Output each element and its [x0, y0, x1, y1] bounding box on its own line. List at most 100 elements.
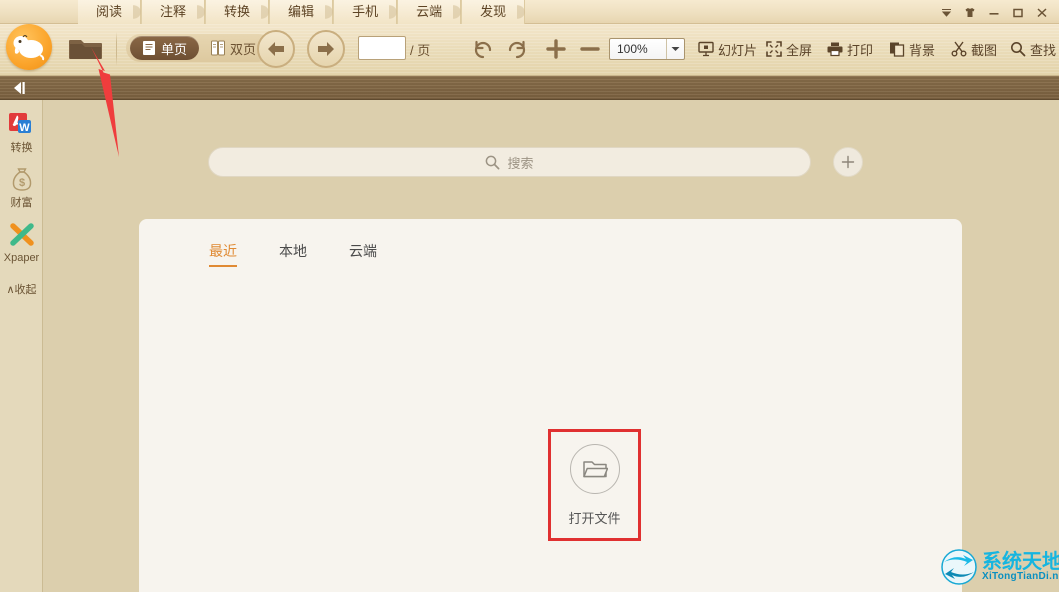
chevron-down-icon[interactable] [666, 39, 684, 59]
single-page-label: 单页 [161, 41, 188, 57]
tab-cloud-files[interactable]: 云端 [349, 241, 377, 267]
scissors-icon [951, 41, 967, 57]
app-logo[interactable] [6, 24, 52, 70]
svg-text:W: W [19, 122, 30, 134]
tab-annotate-label: 注释 [160, 4, 187, 19]
sidebar-item-xpaper[interactable]: Xpaper [0, 210, 43, 265]
prev-page-button[interactable] [257, 30, 295, 68]
search-row: 搜索 [208, 147, 863, 177]
background-label: 背景 [909, 42, 936, 58]
tab-local[interactable]: 本地 [279, 241, 307, 267]
page-number-input[interactable] [358, 36, 406, 60]
zoom-out-icon[interactable] [575, 34, 605, 64]
zoom-in-icon[interactable] [541, 34, 571, 64]
find-label: 查找 [1030, 42, 1057, 58]
single-page-icon [143, 41, 155, 55]
tab-recent[interactable]: 最近 [209, 241, 237, 267]
search-icon [486, 155, 500, 169]
sidebar-collapse-button[interactable]: ∧收起 [0, 281, 43, 297]
tab-mobile-label: 手机 [352, 4, 379, 19]
zoom-level-select[interactable]: 100% [609, 38, 685, 60]
toolbar-divider-1 [116, 32, 117, 66]
tab-recent-label: 最近 [209, 243, 237, 259]
search-icon [1011, 42, 1026, 57]
open-file-label: 打开文件 [568, 510, 621, 526]
sidebar-item-convert[interactable]: W 转换 [0, 100, 43, 155]
minimize-icon[interactable] [983, 2, 1005, 22]
arrow-left-icon [268, 42, 284, 56]
tab-discover-label: 发现 [480, 4, 507, 19]
main-tab-strip: 阅读 注释 转换 编辑 手机 云端 发现 [78, 0, 532, 24]
slideshow-icon [698, 41, 714, 57]
screenshot-label: 截图 [971, 42, 998, 58]
secondary-strip [0, 76, 1059, 100]
tab-convert-label: 转换 [224, 4, 251, 19]
file-source-tabs: 最近 本地 云端 [209, 241, 377, 267]
sidebar-item-wealth[interactable]: $ 财富 [0, 155, 43, 210]
folder-open-icon [569, 443, 620, 494]
maximize-icon[interactable] [1007, 2, 1029, 22]
search-input[interactable]: 搜索 [208, 147, 811, 177]
page-total-label: / 页 [410, 43, 431, 58]
tab-edit[interactable]: 编辑 [269, 0, 340, 24]
double-page-label: 双页 [230, 41, 257, 57]
page-mode-toggle: 单页 双页 [126, 34, 273, 62]
content-area: 搜索 最近 本地 云端 打开文件 [43, 100, 1059, 592]
single-page-button[interactable]: 单页 [130, 36, 200, 60]
sidebar-item-convert-label: 转换 [10, 142, 33, 154]
tab-edit-label: 编辑 [288, 4, 315, 19]
title-bar: 阅读 注释 转换 编辑 手机 云端 发现 [0, 0, 1059, 24]
open-file-button[interactable]: 打开文件 [548, 429, 641, 541]
screenshot-button[interactable]: 截图 [951, 38, 997, 60]
tab-annotate[interactable]: 注释 [141, 0, 212, 24]
sidebar-item-xpaper-label: Xpaper [3, 252, 40, 264]
find-button[interactable]: 查找 [1010, 38, 1056, 60]
watermark-globe-icon [941, 549, 977, 585]
pdf-to-word-icon: W [0, 110, 43, 140]
tab-discover[interactable]: 发现 [461, 0, 532, 24]
tab-read[interactable]: 阅读 [78, 0, 148, 24]
tab-cloud-files-label: 云端 [349, 243, 377, 259]
background-icon [890, 42, 905, 57]
zoom-level-value: 100% [617, 42, 648, 56]
background-button[interactable]: 背景 [889, 38, 935, 60]
arrow-right-icon [318, 42, 334, 56]
dropdown-menu-icon[interactable] [935, 2, 957, 22]
tab-convert[interactable]: 转换 [205, 0, 276, 24]
money-bag-icon: $ [0, 165, 43, 195]
slideshow-button[interactable]: 幻灯片 [698, 38, 757, 60]
watermark-cn: 系统天地 [982, 551, 1059, 573]
file-list-panel: 最近 本地 云端 打开文件 [139, 219, 962, 592]
skin-icon[interactable] [959, 2, 981, 22]
watermark-text: 系统天地 XiTongTianDi.net [982, 552, 1059, 582]
print-label: 打印 [847, 42, 874, 58]
tab-local-label: 本地 [279, 243, 307, 259]
slideshow-label: 幻灯片 [718, 42, 758, 58]
fullscreen-label: 全屏 [786, 42, 813, 58]
add-file-button[interactable] [833, 147, 863, 177]
window-controls [935, 0, 1053, 24]
svg-text:$: $ [18, 177, 24, 189]
tab-read-label: 阅读 [96, 4, 123, 19]
next-page-button[interactable] [307, 30, 345, 68]
print-button[interactable]: 打印 [827, 38, 873, 60]
fullscreen-icon [766, 41, 782, 57]
watermark: 系统天地 XiTongTianDi.net [940, 548, 1059, 586]
plus-icon [841, 155, 855, 169]
collapse-panel-icon[interactable] [12, 81, 30, 95]
tab-mobile[interactable]: 手机 [333, 0, 404, 24]
fullscreen-button[interactable]: 全屏 [766, 38, 812, 60]
watermark-en: XiTongTianDi.net [982, 571, 1059, 582]
xpaper-icon [0, 220, 43, 250]
printer-icon [827, 42, 843, 57]
left-sidebar: W 转换 $ 财富 Xpaper ∧收起 [0, 100, 43, 592]
open-folder-icon[interactable] [64, 30, 108, 68]
search-placeholder: 搜索 [507, 155, 534, 171]
close-icon[interactable] [1031, 2, 1053, 22]
sidebar-item-wealth-label: 财富 [10, 197, 33, 209]
tab-cloud[interactable]: 云端 [397, 0, 468, 24]
rotate-left-icon[interactable] [468, 34, 498, 64]
tab-cloud-label: 云端 [416, 4, 443, 19]
rotate-right-icon[interactable] [502, 34, 532, 64]
double-page-icon [211, 40, 226, 56]
